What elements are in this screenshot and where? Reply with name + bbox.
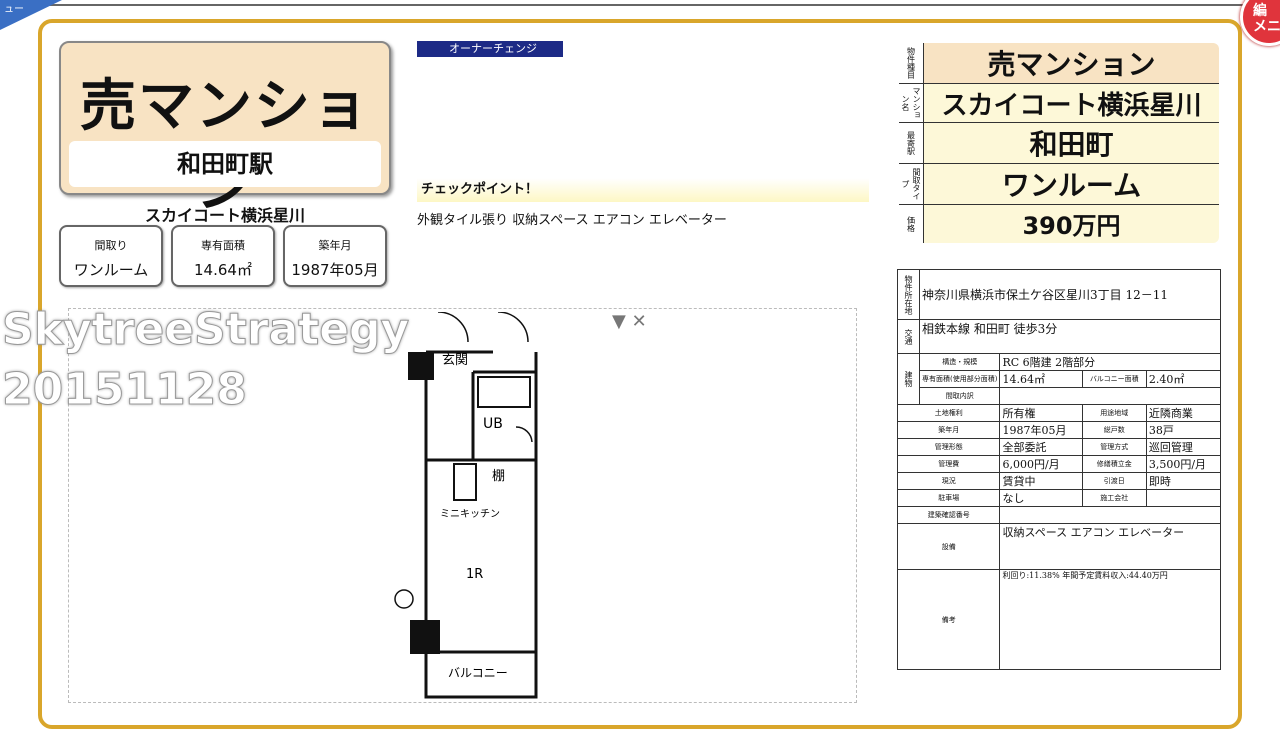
property-name: スカイコート横浜星川 xyxy=(144,206,305,225)
detail-label: 築年月 xyxy=(896,421,1001,439)
summary-row: 物件種目 売マンション xyxy=(899,42,1219,84)
checkpoint-text: 外観タイル張り 収納スペース エアコン エレベーター xyxy=(417,213,727,228)
detail-value: 即時 xyxy=(1145,472,1222,490)
detail-value: 利回り:11.38% 年間予定賃料収入:44.40万円 xyxy=(999,569,1221,670)
edit-menu-button[interactable]: 編 メニ xyxy=(1240,0,1280,46)
summary-label: 価格 xyxy=(899,204,924,243)
menu-tab-label: ュー xyxy=(4,4,24,15)
detail-value: なし xyxy=(999,489,1083,507)
plan-balcony: バルコニー xyxy=(448,666,508,680)
detail-label: 専有面積(使用部分面積) xyxy=(918,370,1001,388)
detail-value: 賃貸中 xyxy=(999,472,1083,490)
detail-label: 総戸数 xyxy=(1081,421,1147,439)
summary-label: 物件種目 xyxy=(899,42,924,84)
summary-label: 最寄駅 xyxy=(899,122,924,164)
detail-label: 設備 xyxy=(896,523,1001,570)
detail-label: 駐車場 xyxy=(896,489,1001,507)
summary-value: 和田町 xyxy=(923,122,1219,164)
plan-close-controls[interactable]: ▼ ✕ xyxy=(612,311,647,332)
detail-label: 建築確認番号 xyxy=(896,506,1001,524)
watermark-line: SkytreeStrategy xyxy=(1,304,410,356)
detail-value: 収納スペース エアコン エレベーター xyxy=(999,523,1221,570)
detail-value: 1987年05月 xyxy=(999,421,1083,439)
detail-label: 管理方式 xyxy=(1081,438,1147,456)
detail-value: 38戸 xyxy=(1145,421,1222,439)
detail-value: RC 6階建 2階部分 xyxy=(999,353,1221,371)
spec-layout: 間取り ワンルーム xyxy=(59,225,163,287)
spec-value: ワンルーム xyxy=(73,261,149,279)
detail-label: 建物 xyxy=(897,353,920,405)
spec-key: 築年月 xyxy=(318,239,352,252)
detail-label: 用途地域 xyxy=(1081,404,1147,422)
edit-menu-label: 編 メニ xyxy=(1253,3,1280,35)
detail-label: 管理費 xyxy=(896,455,1001,473)
detail-value: 相鉄本線 和田町 徒歩3分 xyxy=(919,319,1221,354)
spec-built: 築年月 1987年05月 xyxy=(283,225,387,287)
summary-row: 価格 390万円 xyxy=(899,204,1219,243)
detail-label: 備考 xyxy=(896,569,1001,670)
plan-room: 1R xyxy=(466,567,483,582)
detail-label: 構造・規模 xyxy=(918,353,1001,371)
detail-table: 物件所在地 神奈川県横浜市保土ケ谷区星川3丁目 12－11 交通 相鉄本線 和田町 … xyxy=(896,269,1222,670)
summary-value: スカイコート横浜星川 xyxy=(923,83,1219,123)
detail-label: 施工会社 xyxy=(1081,489,1147,507)
detail-value: 巡回管理 xyxy=(1145,438,1222,456)
plan-ub: UB xyxy=(483,416,503,432)
summary-label: 間取タイプ xyxy=(899,163,924,205)
summary-label: マンション名 xyxy=(899,83,924,123)
detail-value: 近隣商業 xyxy=(1145,404,1222,422)
summary-row: 最寄駅 和田町 xyxy=(899,122,1219,164)
detail-label: 土地権利 xyxy=(896,404,1001,422)
spec-key: 間取り xyxy=(94,239,128,252)
floor-plan-image: 玄関 UB 棚 ミニキッチン 1R バルコニー xyxy=(394,312,538,699)
owner-change-label: オーナーチェンジ xyxy=(417,41,563,57)
detail-value: 2.40㎡ xyxy=(1145,370,1222,388)
summary-value: 390万円 xyxy=(923,204,1219,243)
station-box: 和田町駅 xyxy=(69,141,381,187)
summary-value: 売マンション xyxy=(923,42,1219,84)
detail-label: 修繕積立金 xyxy=(1081,455,1147,473)
summary-value: ワンルーム xyxy=(923,163,1219,205)
plan-entrance: 玄関 xyxy=(442,353,468,368)
detail-value: 所有権 xyxy=(999,404,1083,422)
detail-value xyxy=(1145,489,1222,507)
top-border xyxy=(0,0,1280,6)
spec-area: 専有面積 14.64㎡ xyxy=(171,225,275,287)
summary-row: 間取タイプ ワンルーム xyxy=(899,163,1219,205)
watermark: SkytreeStrategy 20151128 xyxy=(1,300,410,420)
watermark-line: 20151128 xyxy=(1,364,247,416)
detail-value: 3,500円/月 xyxy=(1145,455,1222,473)
compass-icon xyxy=(394,589,414,609)
detail-label: 管理形態 xyxy=(896,438,1001,456)
detail-label: 間取内訳 xyxy=(918,387,1001,405)
plan-kitchen: ミニキッチン xyxy=(440,508,500,520)
detail-value: 6,000円/月 xyxy=(999,455,1083,473)
sale-type-card: 売マンション 和田町駅 xyxy=(59,41,391,220)
detail-label: 引渡日 xyxy=(1081,472,1147,490)
detail-label: 現況 xyxy=(896,472,1001,490)
spec-value: 1987年05月 xyxy=(291,261,379,279)
detail-label: 物件所在地 xyxy=(897,269,920,320)
plan-shelf: 棚 xyxy=(492,469,505,484)
detail-value: 神奈川県横浜市保土ケ谷区星川3丁目 12－11 xyxy=(919,269,1221,320)
summary-table: 物件種目 売マンション マンション名 スカイコート横浜星川 最寄駅 和田町 間取タイプ… xyxy=(897,41,1221,245)
summary-row: マンション名 スカイコート横浜星川 xyxy=(899,83,1219,123)
checkpoint-title: チェックポイント！ xyxy=(417,178,869,202)
detail-value: 14.64㎡ xyxy=(999,370,1083,388)
spec-key: 専有面積 xyxy=(201,239,245,252)
detail-label: 交通 xyxy=(897,319,920,354)
spec-value: 14.64㎡ xyxy=(194,261,252,279)
detail-label: バルコニー面積 xyxy=(1081,370,1147,388)
detail-value: 全部委託 xyxy=(999,438,1083,456)
